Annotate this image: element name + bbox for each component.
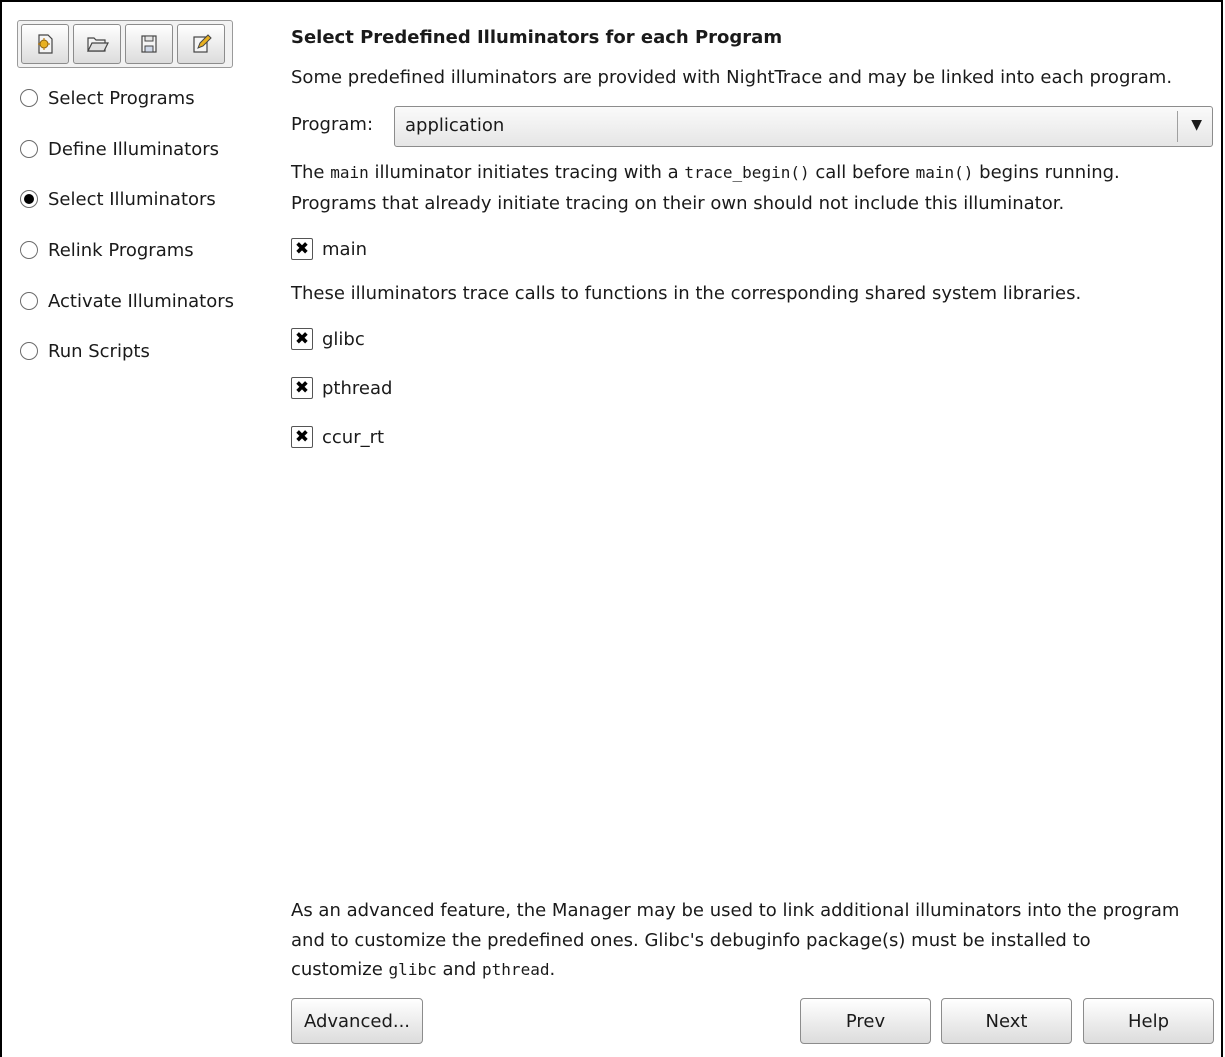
radio-icon[interactable] <box>20 89 38 107</box>
step-label: Select Illuminators <box>48 188 216 210</box>
code-trace-begin: trace_begin() <box>684 163 810 182</box>
program-select-value: application <box>405 115 505 136</box>
save-icon <box>141 35 157 53</box>
desc-text: call before <box>809 162 916 183</box>
note-text: and <box>436 959 483 980</box>
checkbox-label: main <box>322 238 367 260</box>
program-label: Program: <box>291 114 374 135</box>
open-folder-icon <box>87 37 109 52</box>
prev-button[interactable]: Prev <box>800 998 931 1044</box>
toolbar <box>17 20 233 68</box>
checkbox-main[interactable]: ✖ main <box>291 237 367 261</box>
help-button[interactable]: Help <box>1083 998 1214 1044</box>
advanced-note-line1: As an advanced feature, the Manager may … <box>291 900 1180 921</box>
step-label: Select Programs <box>48 87 195 109</box>
new-session-icon <box>38 34 53 54</box>
checkbox-checked-icon[interactable]: ✖ <box>291 238 313 260</box>
radio-icon[interactable] <box>20 292 38 310</box>
step-label: Define Illuminators <box>48 138 220 160</box>
radio-icon[interactable] <box>20 241 38 259</box>
checkbox-glibc[interactable]: ✖ glibc <box>291 327 365 351</box>
note-text: customize <box>291 959 389 980</box>
checkbox-checked-icon[interactable]: ✖ <box>291 426 313 448</box>
desc-text: The <box>291 162 331 183</box>
chevron-down-icon[interactable]: ▼ <box>1191 117 1202 133</box>
step-select-programs[interactable]: Select Programs <box>20 86 195 110</box>
page-title: Select Predefined Illuminators for each … <box>291 27 783 48</box>
radio-selected-icon[interactable] <box>20 190 38 208</box>
desc-text: begins running. <box>973 162 1120 183</box>
note-text: . <box>549 959 556 980</box>
new-session-button[interactable] <box>21 24 69 64</box>
open-button[interactable] <box>73 24 121 64</box>
libraries-description: These illuminators trace calls to functi… <box>291 283 1082 304</box>
step-label: Activate Illuminators <box>48 290 235 312</box>
checkbox-label: glibc <box>322 328 365 350</box>
main-description: The main illuminator initiates tracing w… <box>291 158 1120 188</box>
checkbox-checked-icon[interactable]: ✖ <box>291 328 313 350</box>
code-glibc: glibc <box>388 960 437 979</box>
advanced-button[interactable]: Advanced... <box>291 998 423 1044</box>
radio-icon[interactable] <box>20 342 38 360</box>
advanced-note-line3: customize glibc and pthread. <box>291 955 555 985</box>
step-select-illuminators[interactable]: Select Illuminators <box>20 187 216 211</box>
checkbox-ccur-rt[interactable]: ✖ ccur_rt <box>291 425 384 449</box>
code-pthread: pthread <box>482 960 550 979</box>
code-main-fn: main() <box>915 163 974 182</box>
checkbox-pthread[interactable]: ✖ pthread <box>291 376 392 400</box>
step-label: Run Scripts <box>48 340 150 362</box>
save-button[interactable] <box>125 24 173 64</box>
checkbox-checked-icon[interactable]: ✖ <box>291 377 313 399</box>
main-description-line2: Programs that already initiate tracing o… <box>291 193 1065 214</box>
step-relink-programs[interactable]: Relink Programs <box>20 238 194 262</box>
edit-icon <box>193 34 212 53</box>
advanced-note-line2: and to customize the predefined ones. Gl… <box>291 930 1091 951</box>
step-define-illuminators[interactable]: Define Illuminators <box>20 137 219 161</box>
intro-text: Some predefined illuminators are provide… <box>291 67 1173 88</box>
step-activate-illuminators[interactable]: Activate Illuminators <box>20 289 234 313</box>
edit-button[interactable] <box>177 24 225 64</box>
step-label: Relink Programs <box>48 239 194 261</box>
next-button[interactable]: Next <box>941 998 1072 1044</box>
step-run-scripts[interactable]: Run Scripts <box>20 339 150 363</box>
radio-icon[interactable] <box>20 140 38 158</box>
checkbox-label: ccur_rt <box>322 426 385 448</box>
desc-text: illuminator initiates tracing with a <box>368 162 685 183</box>
checkbox-label: pthread <box>322 377 393 399</box>
program-select[interactable]: application ▼ <box>394 106 1213 147</box>
code-main: main <box>330 163 369 182</box>
combo-separator <box>1177 111 1178 142</box>
